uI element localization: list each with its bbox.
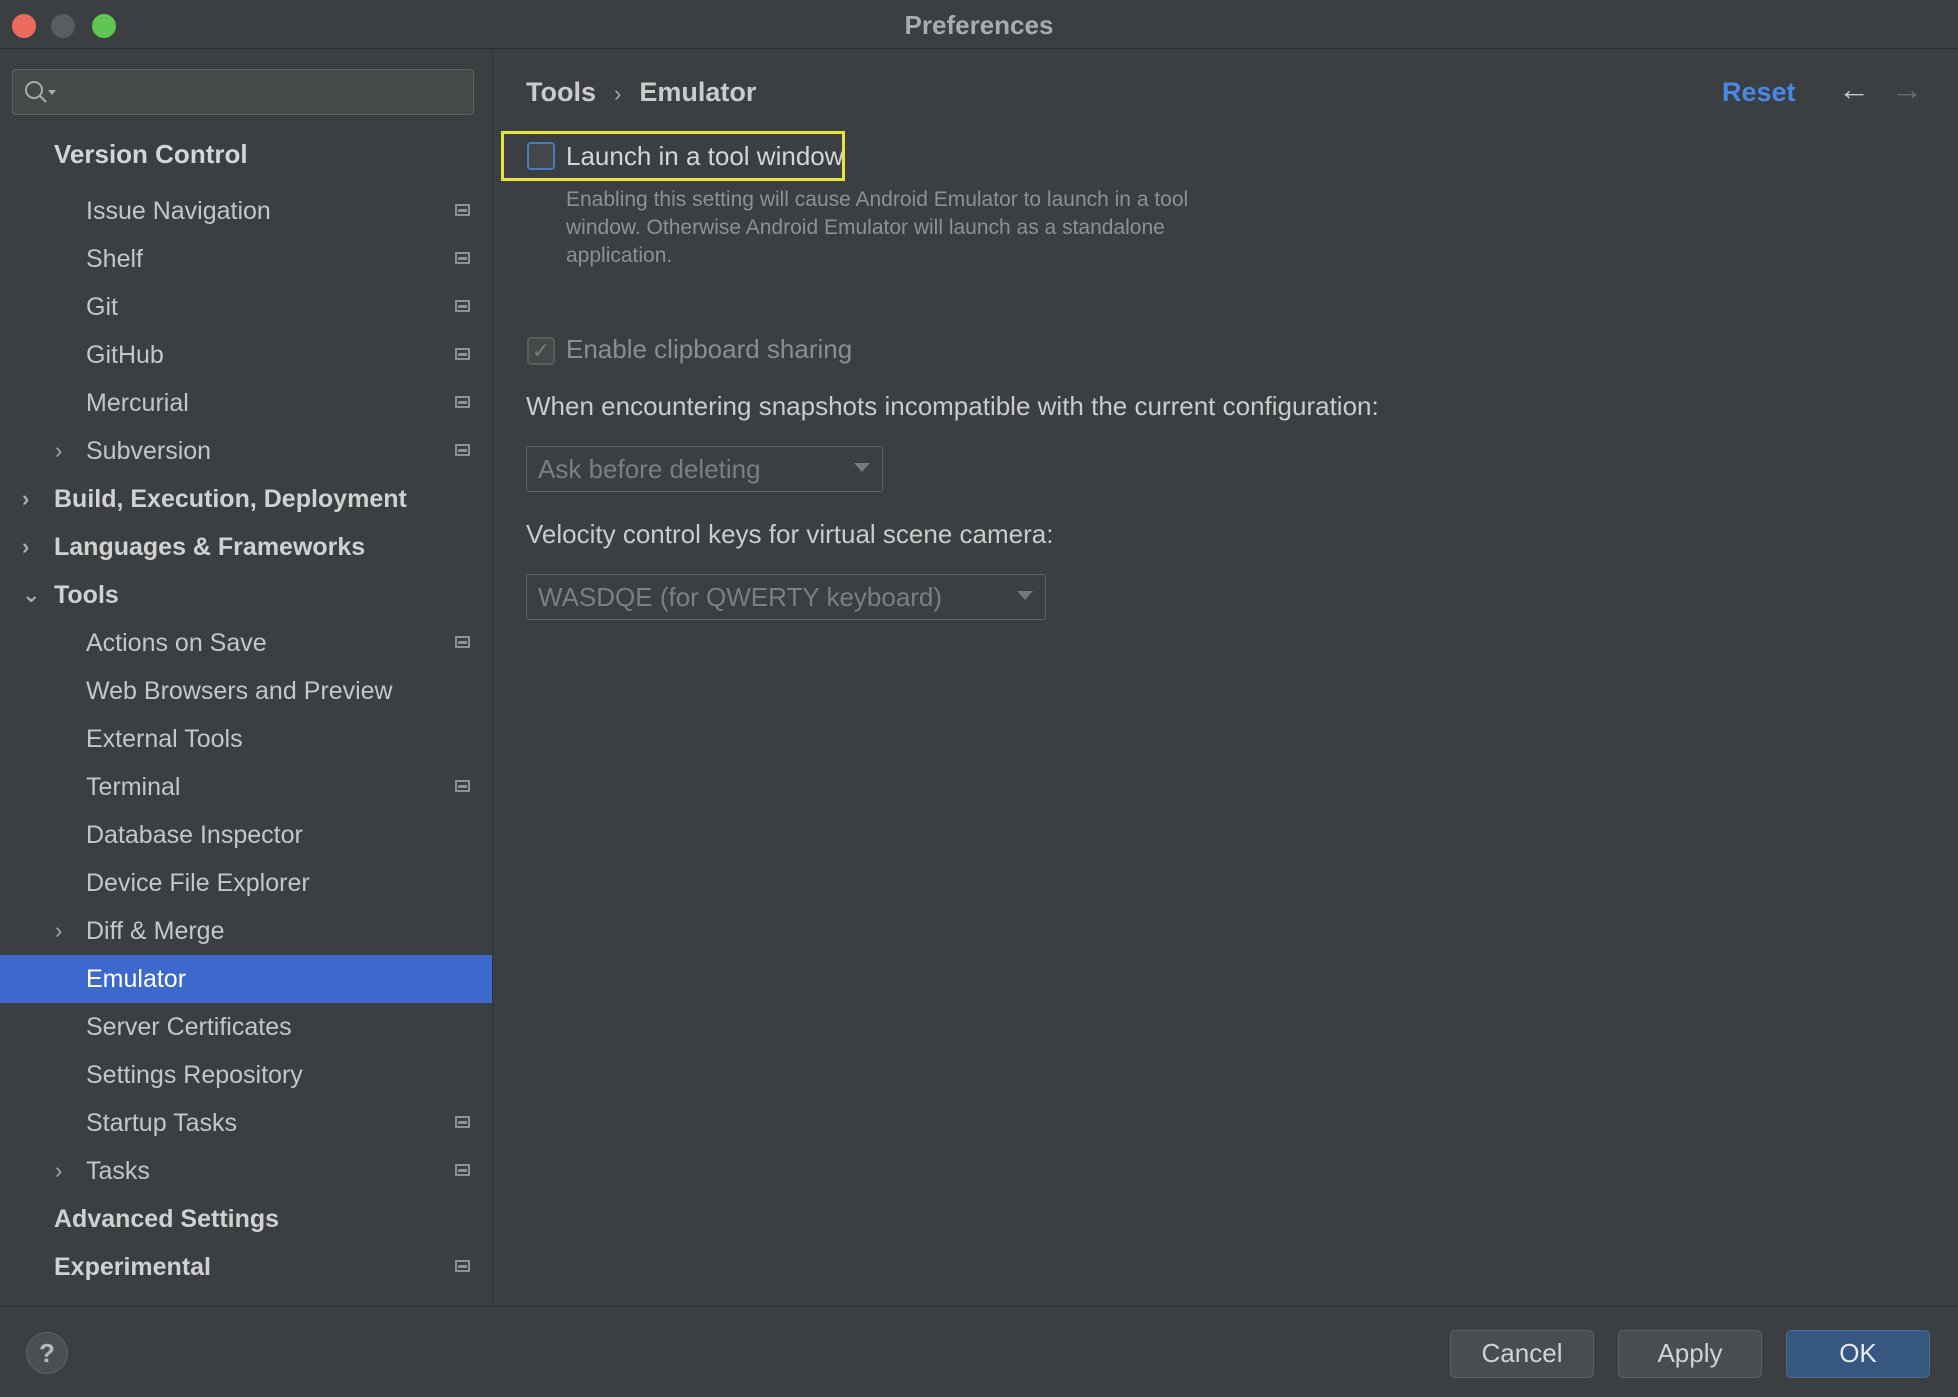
launch-in-tool-window-description: Enabling this setting will cause Android… <box>566 188 1189 267</box>
project-scope-icon <box>455 1116 470 1128</box>
sidebar-item-label: Experimental <box>54 1253 212 1281</box>
title-bar: Preferences <box>0 0 1958 49</box>
project-scope-icon <box>455 204 470 216</box>
settings-tree: File Status ColorsIssue NavigationShelfG… <box>0 137 492 1306</box>
breadcrumb-item-tools: Tools <box>526 77 596 107</box>
chevron-right-icon[interactable]: › <box>22 475 29 523</box>
sidebar-item-label: Issue Navigation <box>86 197 271 225</box>
sidebar-item-label: External Tools <box>86 725 243 753</box>
sticky-group-label: Version Control <box>54 139 248 169</box>
chevron-right-icon[interactable]: › <box>55 907 62 955</box>
launch-in-tool-window-label[interactable]: Launch in a tool window <box>566 141 844 172</box>
settings-panel: Tools › Emulator Reset ← → Launch in a too… <box>493 49 1958 1306</box>
window-title: Preferences <box>904 10 1054 40</box>
sidebar-item-label: Languages & Frameworks <box>54 533 366 561</box>
project-scope-icon <box>455 444 470 456</box>
sidebar-item-label: Tools <box>54 581 119 609</box>
sidebar-item-label: Shelf <box>86 245 143 273</box>
sidebar-item-label: Device File Explorer <box>86 869 310 897</box>
sidebar-item[interactable]: › Diff & Merge <box>0 907 492 955</box>
snapshots-select[interactable]: Ask before deleting <box>526 446 883 492</box>
sidebar-item-label: Subversion <box>86 437 212 465</box>
project-scope-icon <box>455 396 470 408</box>
sidebar-item[interactable]: Emulator <box>0 955 492 1003</box>
sidebar-item-label: Tasks <box>86 1157 150 1185</box>
sidebar-item[interactable]: Startup Tasks <box>0 1099 492 1147</box>
sidebar-item[interactable]: › Build, Execution, Deployment <box>0 475 492 523</box>
breadcrumb-item-emulator: Emulator <box>639 77 757 107</box>
help-button[interactable]: ? <box>26 1332 68 1374</box>
chevron-right-icon[interactable]: › <box>55 1147 62 1195</box>
sidebar-item-label: Server Certificates <box>86 1013 292 1041</box>
project-scope-icon <box>455 636 470 648</box>
breadcrumb: Tools › Emulator <box>526 77 756 108</box>
arrow-right-icon[interactable]: → <box>1891 71 1923 108</box>
sidebar-item-label: Terminal <box>86 773 181 801</box>
cancel-button[interactable]: Cancel <box>1450 1330 1594 1378</box>
dropdown-arrow-icon <box>1017 591 1033 600</box>
clipboard-sharing-checkbox[interactable]: ✓ <box>527 337 555 365</box>
sidebar-item-label: GitHub <box>86 341 164 369</box>
snapshots-select-value: Ask before deleting <box>538 454 761 484</box>
sidebar-item[interactable]: Terminal <box>0 763 492 811</box>
breadcrumb-separator-icon: › <box>614 81 622 106</box>
sidebar-item[interactable]: Web Browsers and Preview <box>0 667 492 715</box>
sidebar-item[interactable]: GitHub <box>0 331 492 379</box>
launch-in-tool-window-checkbox[interactable] <box>527 142 555 170</box>
sidebar-item[interactable]: Git <box>0 283 492 331</box>
checkmark-icon: ✓ <box>531 338 551 363</box>
sidebar-item[interactable]: Server Certificates <box>0 1003 492 1051</box>
search-icon <box>25 81 56 103</box>
sidebar-item[interactable]: Shelf <box>0 235 492 283</box>
sidebar-item-label: Mercurial <box>86 389 189 417</box>
sidebar-item[interactable]: › Subversion <box>0 427 492 475</box>
snapshots-question-label: When encountering snapshots incompatible… <box>526 391 1379 421</box>
sidebar-item[interactable]: › Languages & Frameworks <box>0 523 492 571</box>
sidebar-item[interactable]: ⌄ Tools <box>0 571 492 619</box>
sidebar-item[interactable]: External Tools <box>0 715 492 763</box>
dialog-footer: ? Cancel Apply OK <box>0 1306 1958 1397</box>
chevron-down-icon[interactable]: ⌄ <box>22 571 40 619</box>
sidebar-item[interactable]: Database Inspector <box>0 811 492 859</box>
project-scope-icon <box>455 300 470 312</box>
sidebar-item-label: Build, Execution, Deployment <box>54 485 407 513</box>
sidebar-item[interactable]: Actions on Save <box>0 619 492 667</box>
arrow-left-icon[interactable]: ← <box>1838 71 1870 108</box>
sidebar-item-label: Emulator <box>86 965 187 993</box>
velocity-question-label: Velocity control keys for virtual scene … <box>526 519 1054 549</box>
sidebar-item[interactable]: Settings Repository <box>0 1051 492 1099</box>
sidebar-item-label: Startup Tasks <box>86 1109 238 1137</box>
sidebar-item[interactable]: Issue Navigation <box>0 187 492 235</box>
project-scope-icon <box>455 252 470 264</box>
velocity-select[interactable]: WASDQE (for QWERTY keyboard) <box>526 574 1046 620</box>
apply-button[interactable]: Apply <box>1618 1330 1762 1378</box>
project-scope-icon <box>455 1164 470 1176</box>
sidebar-item-label: Diff & Merge <box>86 917 225 945</box>
sidebar-item-label: Actions on Save <box>86 629 267 657</box>
project-scope-icon <box>455 348 470 360</box>
sidebar-item-label: Advanced Settings <box>54 1205 280 1233</box>
sidebar-item-label: Database Inspector <box>86 821 303 849</box>
project-scope-icon <box>455 1260 470 1272</box>
sidebar-item-label: Settings Repository <box>86 1061 303 1089</box>
sidebar-item[interactable]: › Tasks <box>0 1147 492 1195</box>
sidebar-item[interactable]: Experimental <box>0 1243 492 1291</box>
sidebar-item-label: Web Browsers and Preview <box>86 677 393 705</box>
sidebar-item-label: Git <box>86 293 118 321</box>
reset-link[interactable]: Reset <box>1722 77 1796 108</box>
project-scope-icon <box>455 780 470 792</box>
settings-sidebar: Version Control File Status ColorsIssue … <box>0 49 493 1306</box>
sticky-group-header: Version Control <box>0 137 492 173</box>
search-input[interactable] <box>12 69 474 115</box>
sidebar-item[interactable]: Mercurial <box>0 379 492 427</box>
chevron-right-icon[interactable]: › <box>55 427 62 475</box>
ok-button[interactable]: OK <box>1786 1330 1930 1378</box>
sidebar-item[interactable]: Device File Explorer <box>0 859 492 907</box>
sidebar-item[interactable]: Advanced Settings <box>0 1195 492 1243</box>
dropdown-arrow-icon <box>854 463 870 472</box>
velocity-select-value: WASDQE (for QWERTY keyboard) <box>538 582 943 612</box>
chevron-right-icon[interactable]: › <box>22 523 29 571</box>
clipboard-sharing-label[interactable]: Enable clipboard sharing <box>566 334 852 365</box>
